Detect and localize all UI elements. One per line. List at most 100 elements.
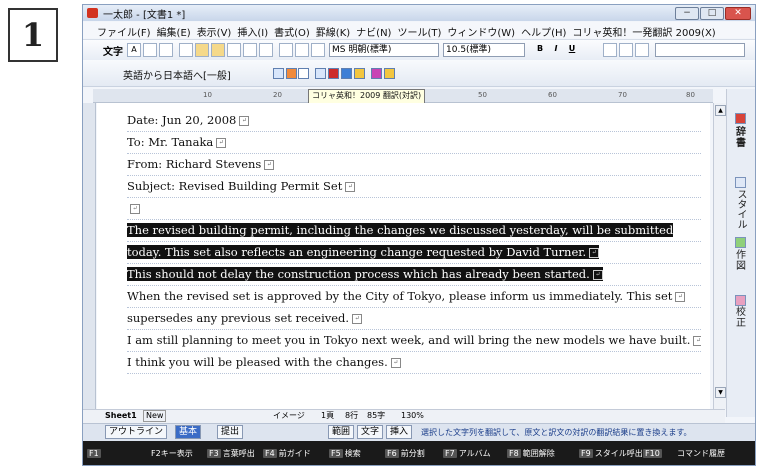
menu-tools[interactable]: ツール(T): [394, 22, 444, 39]
close-button[interactable]: ✕: [725, 7, 751, 20]
fkey-f3[interactable]: F3 言葉呼出: [207, 447, 255, 460]
translate-parallel-icon[interactable]: [298, 68, 309, 79]
italic-button[interactable]: I: [549, 43, 563, 57]
style-label: 文字: [103, 47, 123, 58]
menu-view[interactable]: 表示(V): [194, 22, 235, 39]
undo-icon[interactable]: [295, 43, 309, 57]
fkey-f4[interactable]: F4 前ガイド: [263, 447, 311, 460]
bold-button[interactable]: B: [533, 43, 547, 57]
fkey-f5[interactable]: F5 検索: [329, 447, 361, 460]
style-select[interactable]: [655, 43, 745, 57]
proofread-panel-icon[interactable]: [735, 295, 746, 306]
view-tabs-bar: アウトライン 基本 提出 範囲 文字 挿入 選択した文字列を翻訳して、原文と訳文…: [83, 423, 755, 441]
color-icon[interactable]: [159, 43, 173, 57]
side-style-label[interactable]: スタイル: [735, 189, 746, 229]
translate-dictionary-icon[interactable]: [328, 68, 339, 79]
document-line[interactable]: When the revised set is approved by the …: [127, 285, 701, 308]
document-line[interactable]: I think you will be pleased with the cha…: [127, 351, 701, 374]
document-line[interactable]: Date: Jun 20, 2008 ↵: [127, 109, 701, 132]
char-toggle[interactable]: 文字: [357, 425, 384, 439]
vertical-scrollbar[interactable]: ▲ ▼: [713, 103, 726, 409]
range-toggle[interactable]: 範囲: [328, 425, 355, 439]
menu-insert[interactable]: 挿入(I): [234, 22, 271, 39]
fkey-f10[interactable]: F10: [643, 447, 664, 460]
menu-korya-eiwa[interactable]: コリャ英和！一発翻訳 2009(X): [569, 22, 718, 39]
document-line[interactable]: Subject: Revised Building Permit Set ↵: [127, 175, 701, 198]
save-icon[interactable]: [227, 43, 241, 57]
fkey-f6[interactable]: F6 前分割: [385, 447, 425, 460]
menu-help[interactable]: ヘルプ(H): [518, 22, 569, 39]
open-folder-icon[interactable]: [195, 43, 209, 57]
side-dictionary-label[interactable]: 辞書: [732, 127, 750, 149]
document-line[interactable]: ↵: [127, 197, 701, 220]
tab-submit[interactable]: 提出: [217, 425, 244, 439]
document-line[interactable]: This should not delay the construction p…: [127, 263, 701, 286]
menu-navi[interactable]: ナビ(N): [353, 22, 394, 39]
pen-icon[interactable]: [143, 43, 157, 57]
document-line[interactable]: The revised building permit, including t…: [127, 219, 701, 242]
translation-mode-label[interactable]: 英語から日本語へ[一般]: [123, 67, 231, 82]
translate-replace-icon[interactable]: [286, 68, 297, 79]
paragraph-mark-icon: ↵: [216, 138, 227, 148]
fkey-f11[interactable]: コマンド履歴: [677, 447, 725, 460]
speak-icon[interactable]: [354, 68, 365, 79]
font-size-select[interactable]: 10.5(標準): [443, 43, 525, 57]
translate-settings-icon[interactable]: [273, 68, 284, 79]
style-panel-icon[interactable]: [735, 177, 746, 188]
dictionary-icon[interactable]: [735, 113, 746, 124]
menu-file[interactable]: ファイル(F): [83, 22, 154, 39]
help-icon[interactable]: [384, 68, 395, 79]
insert-toggle[interactable]: 挿入: [386, 425, 413, 439]
print-preview-icon[interactable]: [243, 43, 257, 57]
translate-insert-icon[interactable]: [315, 68, 326, 79]
minimize-button[interactable]: −: [675, 7, 699, 20]
scroll-up-arrow[interactable]: ▲: [715, 105, 726, 116]
font-name-select[interactable]: MS 明朝(標準): [329, 43, 439, 57]
underline-button[interactable]: U: [565, 43, 579, 57]
function-key-bar: F1 F2キー表示 F3 言葉呼出 F4 前ガイド F5 検索 F6 前分割 F7 アルバ…: [83, 441, 755, 465]
side-panel: 辞書 スタイル 作図 校正: [726, 89, 755, 417]
fkey-text: アルバム: [458, 449, 491, 458]
tab-basic[interactable]: 基本: [175, 425, 202, 439]
document-line[interactable]: To: Mr. Tanaka ↵: [127, 131, 701, 154]
align-left-icon[interactable]: [603, 43, 617, 57]
paragraph-mark-icon: ↵: [130, 204, 140, 214]
fkey-f1[interactable]: F1: [87, 447, 103, 460]
side-drawing-label[interactable]: 作図: [732, 250, 750, 272]
document-line[interactable]: I am still planning to meet you in Tokyo…: [127, 329, 701, 352]
step-number-badge: 1: [8, 8, 58, 62]
cut-icon[interactable]: [279, 43, 293, 57]
fkey-text: コマンド履歴: [677, 449, 725, 458]
document-area[interactable]: Date: Jun 20, 2008 ↵ To: Mr. Tanaka ↵ From: …: [97, 103, 710, 409]
menu-ruled-line[interactable]: 罫線(K): [313, 22, 353, 39]
sheet-tab[interactable]: Sheet1: [105, 410, 137, 422]
image-mode-label[interactable]: イメージ: [273, 410, 305, 422]
maximize-button[interactable]: □: [700, 7, 724, 20]
fkey-f9[interactable]: F9 スタイル呼出: [579, 447, 643, 460]
zoom-indicator[interactable]: 130%: [401, 410, 424, 422]
lookup-icon[interactable]: [341, 68, 352, 79]
align-right-icon[interactable]: [635, 43, 649, 57]
tab-outline[interactable]: アウトライン: [105, 425, 168, 439]
menu-format[interactable]: 書式(O): [271, 22, 313, 39]
user-dictionary-icon[interactable]: [371, 68, 382, 79]
new-sheet-tab[interactable]: New: [143, 410, 167, 422]
fkey-f7[interactable]: F7 アルバム: [443, 447, 491, 460]
menu-window[interactable]: ウィンドウ(W): [444, 22, 518, 39]
menu-edit[interactable]: 編集(E): [154, 22, 194, 39]
fkey-f8[interactable]: F8 範囲解除: [507, 447, 555, 460]
new-document-icon[interactable]: [179, 43, 193, 57]
paragraph-mark-icon: ↵: [693, 336, 701, 346]
document-line[interactable]: From: Richard Stevens ↵: [127, 153, 701, 176]
document-line[interactable]: today. This set also reflects an enginee…: [127, 241, 701, 264]
scroll-down-arrow[interactable]: ▼: [715, 387, 726, 398]
font-name-icon[interactable]: [311, 43, 325, 57]
align-center-icon[interactable]: [619, 43, 633, 57]
open-recent-icon[interactable]: [211, 43, 225, 57]
drawing-panel-icon[interactable]: [735, 237, 746, 248]
char-style-button[interactable]: A: [127, 43, 141, 57]
fkey-f2[interactable]: F2キー表示: [151, 447, 193, 460]
document-line[interactable]: supersedes any previous set received. ↵: [127, 307, 701, 330]
print-icon[interactable]: [259, 43, 273, 57]
side-proofread-label[interactable]: 校正: [732, 307, 750, 329]
